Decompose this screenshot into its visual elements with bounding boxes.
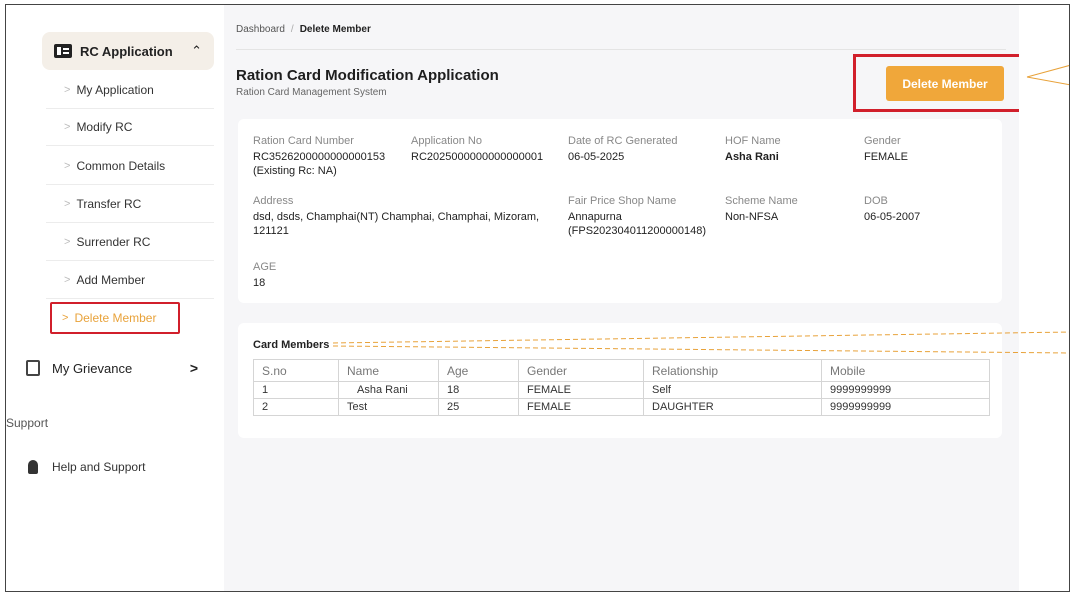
annotation-line [1026,65,1069,78]
annotation-line [332,331,1069,344]
screenshot-frame: RC Application ⌃ > My Application > Modi… [5,4,1070,592]
annotation-line [332,345,1069,354]
annotation-lines [332,65,1069,354]
annotation-line [1026,76,1069,86]
